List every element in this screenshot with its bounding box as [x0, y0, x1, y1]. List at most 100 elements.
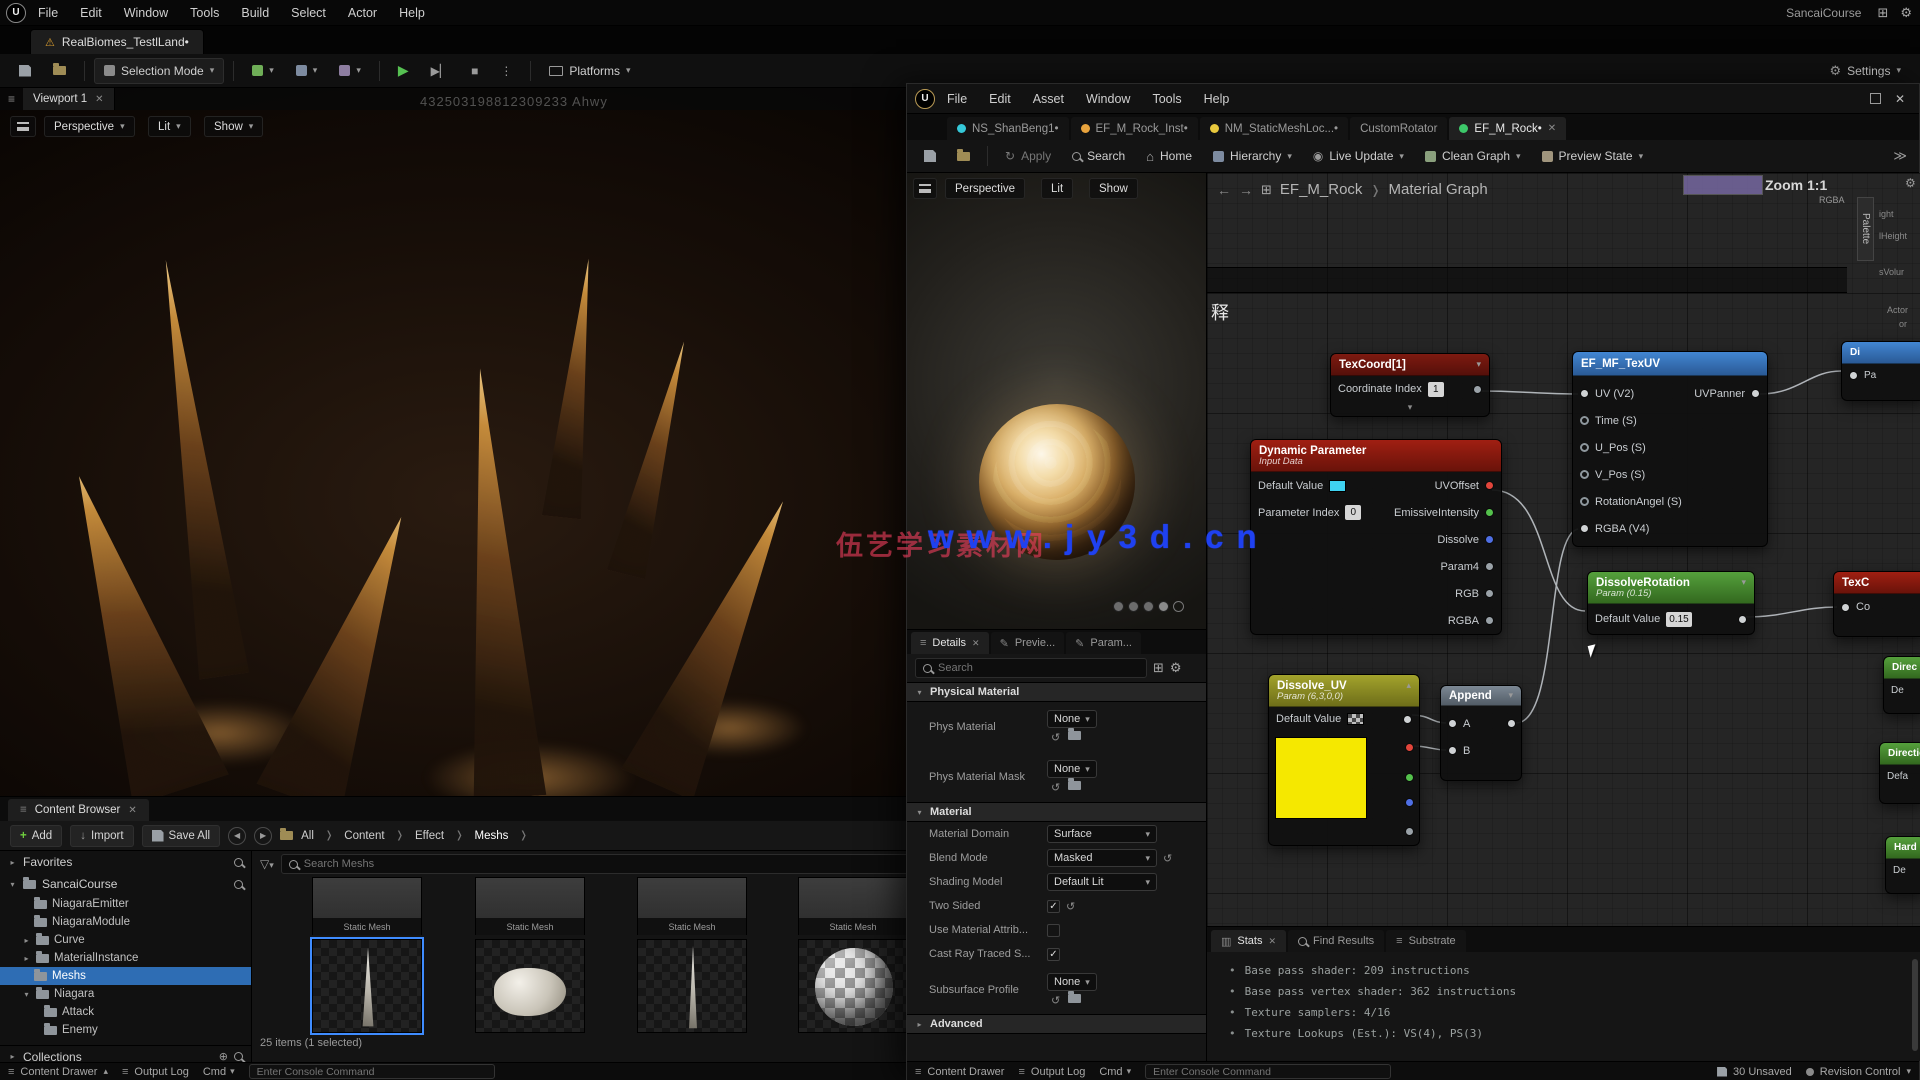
search-icon[interactable]	[234, 858, 243, 867]
viewport-menu-button[interactable]	[10, 116, 36, 137]
output-pin-uvpanner[interactable]	[1751, 389, 1760, 398]
section-material[interactable]: ▾Material	[907, 802, 1206, 822]
reset-to-default-icon[interactable]: ↺	[1163, 852, 1172, 865]
collections-header[interactable]: ▸Collections ⊕	[0, 1045, 251, 1063]
console-input-wrap[interactable]	[1145, 1064, 1391, 1079]
root-folder-row[interactable]: ▾ SancaiCourse	[0, 873, 251, 895]
asset-tile[interactable]	[637, 939, 747, 1033]
output-pin[interactable]	[1473, 385, 1482, 394]
preview-menu-button[interactable]	[913, 178, 937, 199]
tab-find-results[interactable]: Find Results	[1288, 930, 1384, 952]
console-input[interactable]	[257, 1066, 487, 1078]
asset-tile[interactable]: Static Mesh	[312, 877, 422, 935]
output-pin-emissive[interactable]	[1485, 508, 1494, 517]
output-pin-dissolve[interactable]	[1485, 535, 1494, 544]
node-clipped-top[interactable]: Di Pa	[1841, 341, 1920, 401]
editor-menu-file[interactable]: File	[937, 86, 977, 112]
cast-ray-traced-checkbox[interactable]	[1047, 948, 1060, 961]
input-pin-upos[interactable]	[1580, 443, 1589, 452]
skip-frame-button[interactable]: ▶▏	[422, 58, 458, 84]
node-texsample-clipped[interactable]: TexC Co	[1833, 571, 1920, 637]
browse-button[interactable]	[948, 143, 979, 169]
parameter-index-value[interactable]: 0	[1345, 505, 1361, 520]
breadcrumb-effect[interactable]: Effect	[415, 830, 444, 842]
input-pin-b[interactable]	[1448, 746, 1457, 755]
play-options-button[interactable]: ⋮	[491, 58, 521, 84]
cmd-dropdown[interactable]: Cmd▾	[203, 1066, 235, 1078]
overflow-chevrons-icon[interactable]: ≫	[1893, 148, 1907, 164]
menu-tools[interactable]: Tools	[180, 0, 229, 26]
apply-button[interactable]: ↻Apply	[996, 143, 1060, 169]
restore-window-icon[interactable]	[1870, 93, 1881, 104]
viewport-perspective-button[interactable]: Perspective▾	[44, 116, 135, 137]
tab-parameters[interactable]: ✎Param...	[1066, 632, 1141, 654]
chevron-down-icon[interactable]: ▾	[1741, 577, 1746, 588]
menu-select[interactable]: Select	[281, 0, 336, 26]
use-selected-icon[interactable]: ↺	[1051, 781, 1060, 794]
breadcrumb-asset[interactable]: EF_M_Rock	[1280, 181, 1363, 198]
asset-search[interactable]	[281, 854, 921, 874]
viewport-layout-icon[interactable]: ≡	[0, 92, 23, 106]
preview-lit-button[interactable]: Lit	[1041, 178, 1073, 199]
home-button[interactable]: ⌂Home	[1137, 143, 1201, 169]
color-preview-yellow[interactable]	[1275, 737, 1367, 819]
modes-dropdown[interactable]: ▾	[287, 58, 327, 84]
unsaved-indicator[interactable]: 30 Unsaved	[1717, 1066, 1792, 1078]
details-search-input[interactable]	[938, 662, 1139, 674]
viewport-tab[interactable]: Viewport 1 ✕	[23, 88, 115, 110]
node-dissolve-uv[interactable]: Dissolve_UV▴ Param (6,3,0,0) Default Val…	[1268, 674, 1420, 846]
tree-item-niagaramodule[interactable]: NiagaraModule	[0, 913, 251, 931]
output-log-button[interactable]: ≡Output Log	[122, 1066, 189, 1078]
quick-add-dropdown[interactable]: ▾	[243, 58, 283, 84]
close-icon[interactable]: ✕	[972, 638, 980, 649]
preview-perspective-button[interactable]: Perspective	[945, 178, 1025, 199]
console-input-wrap[interactable]	[249, 1064, 495, 1079]
asset-search-input[interactable]	[304, 858, 913, 870]
output-log-button[interactable]: ≡Output Log	[1018, 1066, 1085, 1078]
cinematics-dropdown[interactable]: ▾	[330, 58, 370, 84]
forward-arrow-icon[interactable]: →	[1239, 182, 1253, 198]
stop-button[interactable]: ■	[462, 58, 487, 84]
selection-mode-dropdown[interactable]: Selection Mode ▾	[94, 58, 224, 84]
live-update-dropdown[interactable]: ◉Live Update▾	[1304, 143, 1413, 169]
asset-tile[interactable]: Static Mesh	[637, 877, 747, 935]
input-pin[interactable]	[1849, 371, 1858, 380]
browse-content-button[interactable]	[44, 58, 75, 84]
use-selected-icon[interactable]: ↺	[1051, 731, 1060, 744]
asset-tile[interactable]	[798, 939, 908, 1033]
input-pin-vpos[interactable]	[1580, 470, 1589, 479]
search-icon[interactable]	[234, 1052, 243, 1061]
output-pin-b[interactable]	[1405, 798, 1414, 807]
tab-ef-m-rock[interactable]: EF_M_Rock•✕	[1449, 117, 1566, 140]
details-search[interactable]	[915, 658, 1147, 678]
menu-window[interactable]: Window	[114, 0, 178, 26]
input-pin[interactable]	[1841, 603, 1850, 612]
tree-item-materialinstance[interactable]: ▸MaterialInstance	[0, 949, 251, 967]
viewport-show-button[interactable]: Show▾	[204, 116, 263, 137]
node-clipped-direc[interactable]: Direc De	[1883, 656, 1920, 714]
back-button[interactable]: ◀	[228, 827, 246, 845]
tree-item-niagara[interactable]: ▾Niagara	[0, 985, 251, 1003]
viewport-lit-button[interactable]: Lit▾	[148, 116, 191, 137]
import-button[interactable]: ↓Import	[70, 825, 133, 847]
cmd-dropdown[interactable]: Cmd▾	[1099, 1066, 1131, 1078]
breadcrumb-meshs[interactable]: Meshs	[475, 830, 509, 842]
tree-item-curve[interactable]: ▸Curve	[0, 931, 251, 949]
search-icon[interactable]	[234, 880, 243, 889]
editor-menu-window[interactable]: Window	[1076, 86, 1140, 112]
use-material-attrib-checkbox[interactable]	[1047, 924, 1060, 937]
stats-scrollbar[interactable]	[1912, 959, 1918, 1051]
menu-build[interactable]: Build	[231, 0, 279, 26]
menu-edit[interactable]: Edit	[70, 0, 112, 26]
phys-material-mask-combo[interactable]: None▾	[1047, 760, 1097, 778]
output-pin-g[interactable]	[1405, 773, 1414, 782]
tree-item-attack[interactable]: Attack	[0, 1003, 251, 1021]
back-arrow-icon[interactable]: ←	[1217, 182, 1231, 198]
browse-asset-icon[interactable]	[1068, 731, 1081, 740]
node-ef-mf-texuv[interactable]: EF_MF_TexUV UV (V2) Time (S) U_Pos (S) V…	[1572, 351, 1768, 547]
grid-view-icon[interactable]: ⊞	[1153, 660, 1164, 676]
tab-substrate[interactable]: ≡Substrate	[1386, 930, 1466, 952]
chevron-down-icon[interactable]: ▾	[1508, 690, 1513, 701]
tab-preview-settings[interactable]: ✎Previe...	[991, 632, 1065, 654]
asset-tile[interactable]	[475, 939, 585, 1033]
